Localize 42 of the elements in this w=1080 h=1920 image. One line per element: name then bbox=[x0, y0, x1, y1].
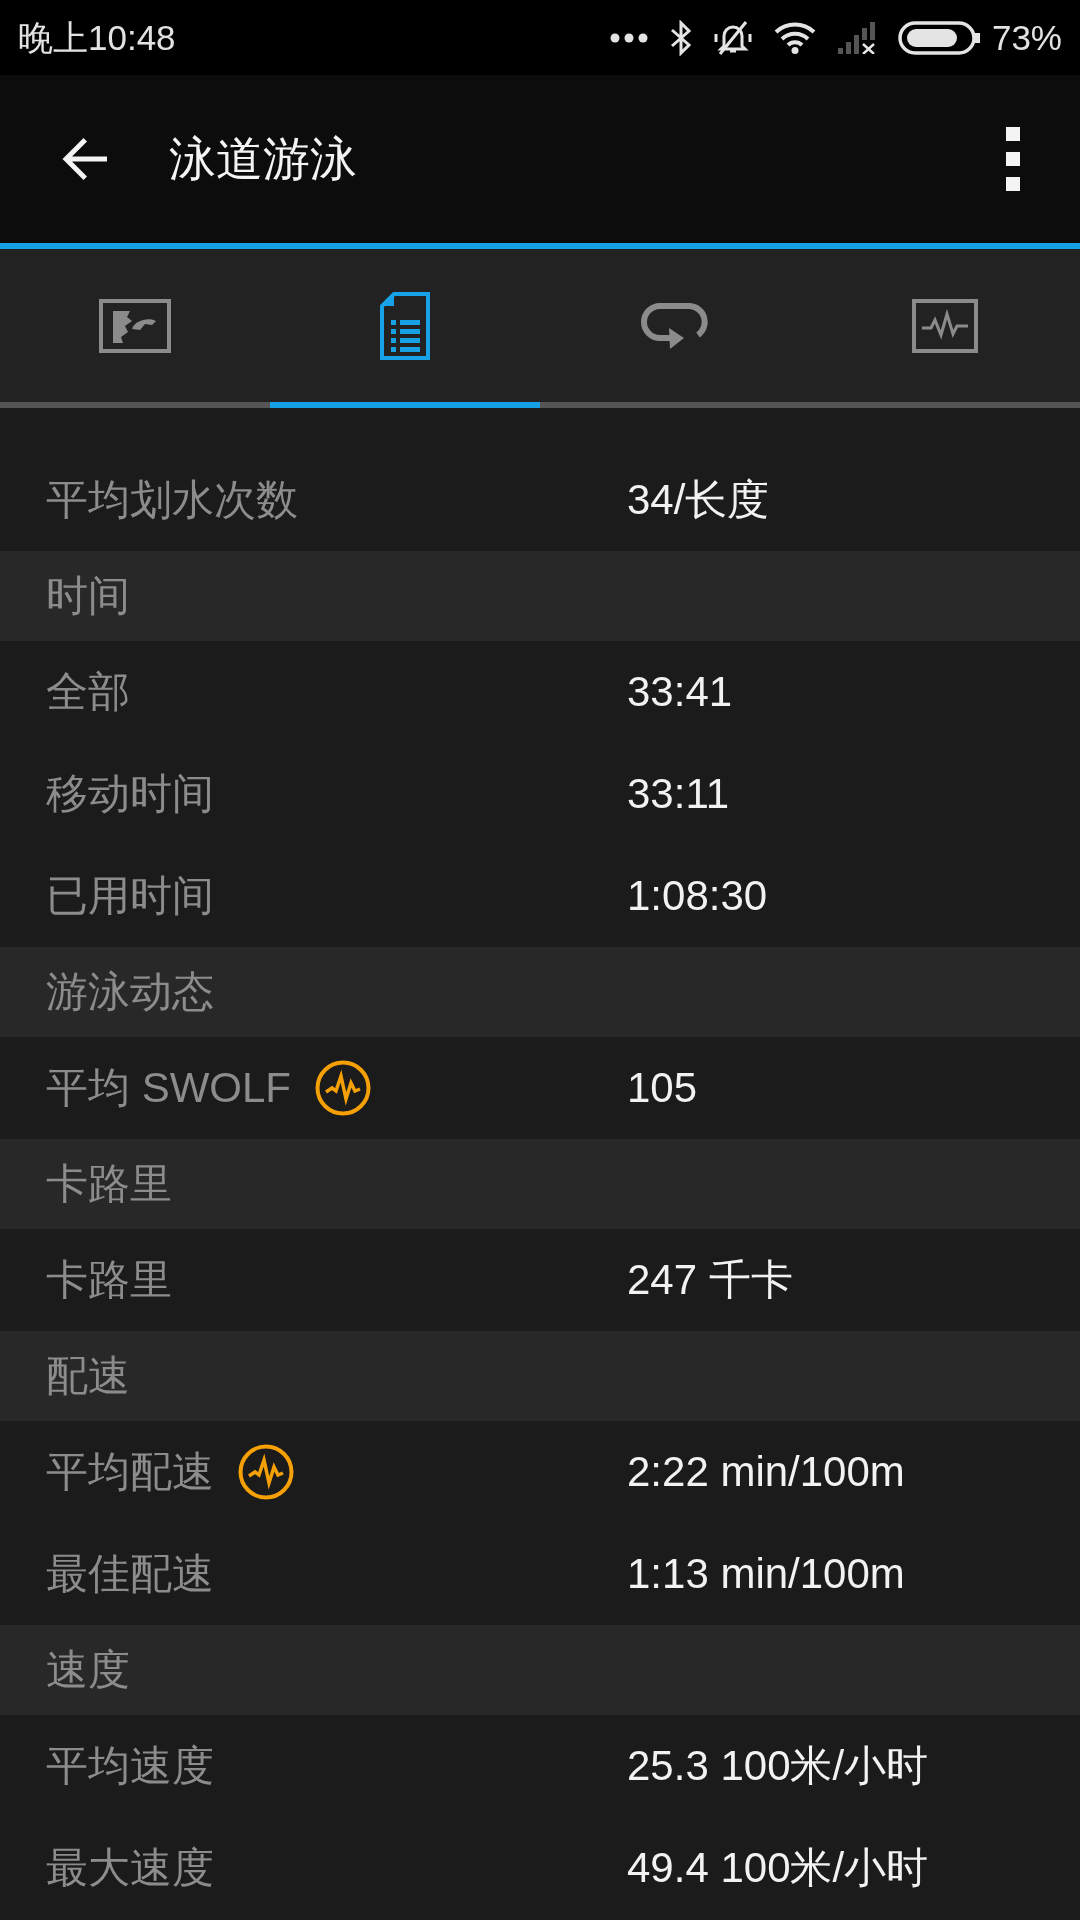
screen-title: 泳道游泳 bbox=[169, 131, 357, 187]
wifi-icon bbox=[773, 21, 816, 54]
row-label: 平均配速 bbox=[46, 1447, 214, 1497]
pulse-chart-icon bbox=[912, 298, 978, 353]
row-label: 已用时间 bbox=[46, 871, 214, 921]
section-header: 速度 bbox=[0, 1625, 1080, 1715]
section-header: 卡路里 bbox=[0, 1139, 1080, 1229]
battery-icon bbox=[897, 20, 980, 55]
row-value: 49.4 100米/小时 bbox=[627, 1843, 930, 1893]
row-label: 移动时间 bbox=[46, 769, 214, 819]
row-label: 平均 SWOLF bbox=[46, 1063, 291, 1113]
signal-no-service-icon bbox=[837, 21, 876, 54]
row-value: 25.3 100米/小时 bbox=[627, 1741, 930, 1791]
section-header: 配速 bbox=[0, 1331, 1080, 1421]
bell-muted-icon bbox=[713, 19, 752, 56]
row-value: 247 千卡 bbox=[627, 1255, 794, 1305]
row-value: 105 bbox=[627, 1063, 699, 1113]
row-label: 平均速度 bbox=[46, 1741, 214, 1791]
row-label: 平均划水次数 bbox=[46, 475, 298, 525]
back-arrow-icon[interactable] bbox=[61, 137, 109, 181]
document-list-icon bbox=[380, 291, 430, 360]
row-value: 33:11 bbox=[627, 769, 730, 819]
row-value: 1:08:30 bbox=[627, 871, 769, 921]
menu-icon[interactable] bbox=[1006, 127, 1020, 191]
row-label: 最大速度 bbox=[46, 1843, 214, 1893]
row-value: 34/长度 bbox=[627, 475, 771, 525]
row-label: 最佳配速 bbox=[46, 1549, 214, 1599]
section-header: 游泳动态 bbox=[0, 947, 1080, 1037]
section-header: 时间 bbox=[0, 551, 1080, 641]
bluetooth-icon bbox=[669, 19, 692, 56]
loop-arrow-icon bbox=[640, 300, 710, 351]
more-dots-icon bbox=[609, 32, 648, 43]
pulse-circle-icon bbox=[238, 1444, 294, 1500]
row-label: 全部 bbox=[46, 667, 130, 717]
status-time: 晚上10:48 bbox=[18, 17, 176, 58]
row-value: 33:41 bbox=[627, 667, 734, 717]
picture-frame-icon bbox=[99, 298, 171, 353]
pulse-circle-icon bbox=[315, 1060, 371, 1116]
row-value: 2:22 min/100m bbox=[627, 1447, 906, 1497]
battery-percent: 73% bbox=[991, 17, 1062, 58]
row-label: 卡路里 bbox=[46, 1255, 172, 1305]
row-value: 1:13 min/100m bbox=[627, 1549, 906, 1599]
